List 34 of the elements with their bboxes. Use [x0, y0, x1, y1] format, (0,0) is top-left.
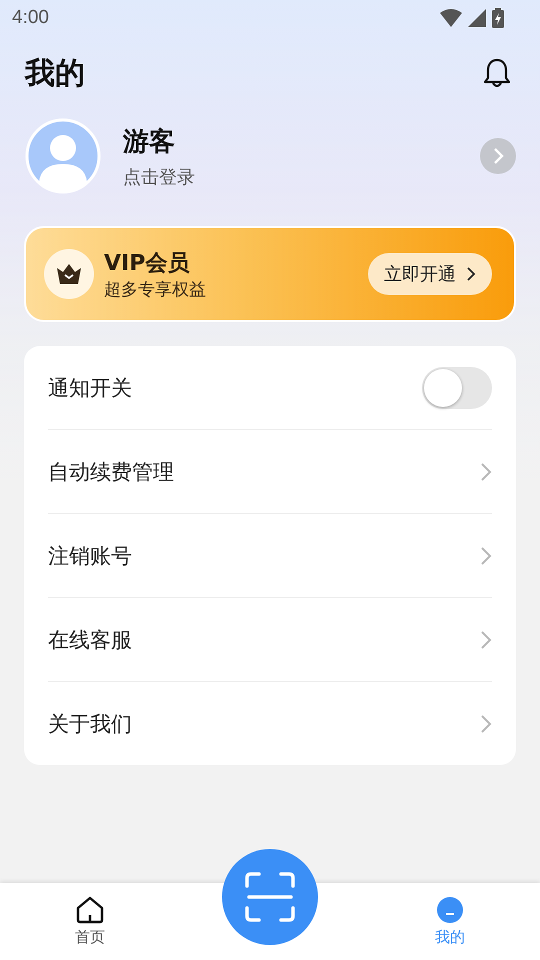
- menu-item[interactable]: 在线客服: [48, 598, 492, 682]
- menu-item[interactable]: 注销账号: [48, 514, 492, 598]
- chevron-right-icon: [466, 267, 476, 281]
- menu-label: 在线客服: [48, 626, 132, 654]
- scan-icon: [245, 872, 295, 922]
- crown-icon: [56, 263, 82, 285]
- chevron-right-icon: [480, 546, 492, 566]
- status-time: 4:00: [12, 7, 49, 29]
- home-icon: [75, 896, 105, 924]
- vip-card[interactable]: VIP会员 超多专享权益 立即开通: [24, 226, 516, 322]
- battery-icon: [492, 8, 504, 28]
- chevron-right-icon: [480, 630, 492, 650]
- wifi-icon: [440, 9, 462, 27]
- menu-label: 通知开关: [48, 374, 132, 402]
- notification-bell-icon[interactable]: [482, 57, 512, 89]
- vip-title: VIP会员: [104, 250, 190, 278]
- signal-icon: [468, 9, 486, 27]
- login-link[interactable]: 点击登录: [123, 164, 480, 188]
- menu-item[interactable]: 通知开关: [48, 346, 492, 430]
- user-name: 游客: [123, 126, 176, 158]
- vip-subtitle: 超多专享权益: [104, 278, 207, 300]
- chevron-right-icon: [480, 462, 492, 482]
- notification-toggle[interactable]: [422, 366, 492, 408]
- avatar[interactable]: [25, 118, 101, 194]
- chevron-right-icon[interactable]: [480, 138, 516, 174]
- menu-label: 注销账号: [48, 542, 132, 570]
- page-title: 我的: [25, 54, 85, 92]
- nav-tab[interactable]: 首页: [0, 883, 180, 960]
- menu-item[interactable]: 自动续费管理: [48, 430, 492, 514]
- menu-item[interactable]: 关于我们: [48, 682, 492, 765]
- activate-button[interactable]: 立即开通: [368, 253, 492, 295]
- menu-label: 自动续费管理: [48, 458, 174, 486]
- menu-label: 关于我们: [48, 710, 132, 738]
- chevron-right-icon: [480, 714, 492, 734]
